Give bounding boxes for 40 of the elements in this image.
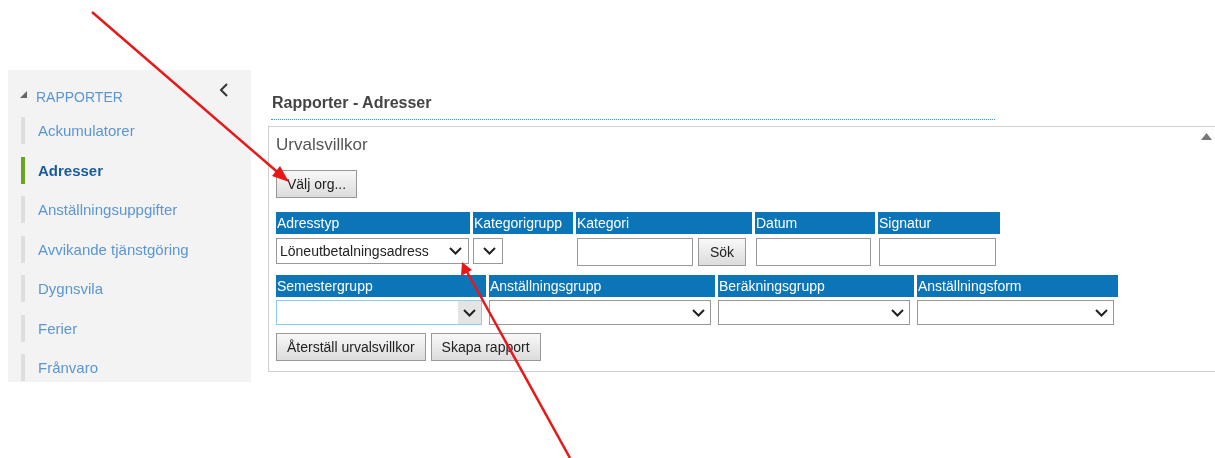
field-label: Beräkningsgrupp (718, 275, 914, 297)
sidebar-item[interactable]: Anställningsuppgifter (38, 201, 178, 219)
input-field[interactable] (756, 238, 871, 266)
dropdown-field[interactable] (718, 300, 910, 325)
choose-org-button[interactable]: Välj org... (276, 170, 358, 198)
dropdown-field[interactable] (489, 300, 711, 325)
field-label: Signatur (878, 212, 1000, 234)
chevron-icon (483, 247, 496, 255)
field-label: Kategorigrupp (473, 212, 573, 234)
dropdown-field[interactable]: Löneutbetalningsadress (276, 238, 469, 264)
dropdown-field[interactable] (276, 300, 482, 325)
chevron-icon (449, 247, 462, 255)
chevron-icon (1095, 308, 1108, 317)
dropdown-field[interactable] (473, 238, 503, 264)
expand-triangle-icon[interactable] (20, 90, 27, 98)
sidebar-item[interactable]: Ferier (38, 319, 78, 337)
chevron-icon (692, 308, 705, 317)
field-label: Kategori (576, 212, 752, 234)
section-heading[interactable]: RAPPORTER (36, 89, 123, 105)
field-label: Anställningsform (917, 275, 1118, 297)
scroll-up-icon[interactable] (1201, 133, 1212, 140)
field-label: Semestergrupp (276, 275, 486, 297)
sidebar-item[interactable]: Frånvaro (38, 359, 99, 377)
collapse-chevron-icon[interactable] (219, 82, 229, 98)
input-field[interactable] (879, 238, 996, 266)
dropdown-field[interactable] (917, 300, 1114, 325)
field-label: Anställningsgrupp (489, 275, 715, 297)
field-label: Datum (755, 212, 875, 234)
action-button[interactable]: Återställ urvalsvillkor (276, 333, 426, 361)
sidebar-item[interactable]: Avvikande tjänstgöring (38, 240, 189, 258)
sidebar-item[interactable]: Adresser (38, 161, 104, 179)
chevron-icon (891, 308, 904, 317)
sidebar-item[interactable]: Dygnsvila (38, 280, 104, 298)
input-field[interactable] (577, 238, 693, 266)
panel-title: Urvalsvillkor (276, 135, 368, 155)
sidebar-item[interactable]: Ackumulatorer (38, 122, 135, 140)
field-label: Adresstyp (276, 212, 470, 234)
search-button[interactable]: Sök (698, 238, 746, 266)
chevron-icon (463, 308, 476, 317)
page-title: Rapporter - Adresser (272, 94, 433, 113)
